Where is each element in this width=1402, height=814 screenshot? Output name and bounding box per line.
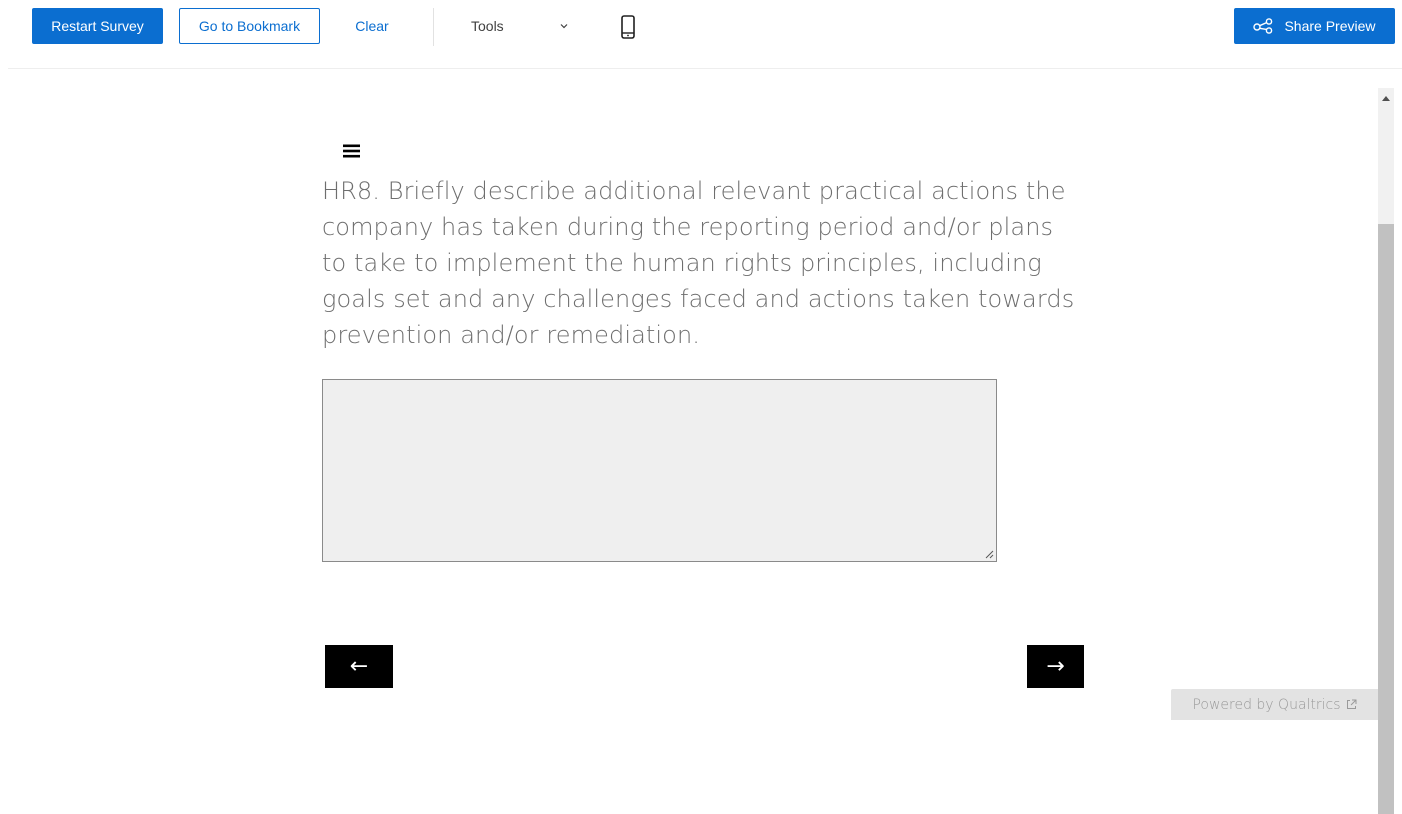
next-button[interactable]: → xyxy=(1027,645,1084,688)
clear-button[interactable]: Clear xyxy=(340,8,404,44)
toolbar-divider xyxy=(8,68,1402,69)
chevron-down-icon xyxy=(560,24,568,29)
hamburger-menu-icon[interactable] xyxy=(342,143,362,159)
scrollbar-thumb[interactable] xyxy=(1378,224,1394,814)
question-text: HR8. Briefly describe additional relevan… xyxy=(322,177,1075,349)
go-to-bookmark-button[interactable]: Go to Bookmark xyxy=(179,8,320,44)
preview-toolbar: Restart Survey Go to Bookmark Clear Tool… xyxy=(0,0,1402,54)
powered-by-label: Powered by Qualtrics xyxy=(1192,696,1341,713)
back-button[interactable]: ← xyxy=(325,645,393,688)
scroll-up-arrow-icon[interactable] xyxy=(1382,96,1390,101)
powered-by-qualtrics-link[interactable]: Powered by Qualtrics xyxy=(1171,689,1378,720)
vertical-scrollbar[interactable] xyxy=(1378,88,1394,814)
restart-survey-button[interactable]: Restart Survey xyxy=(32,8,163,44)
tools-dropdown[interactable]: Tools xyxy=(454,8,584,44)
share-icon xyxy=(1253,18,1273,34)
tools-label: Tools xyxy=(471,18,504,34)
share-preview-label: Share Preview xyxy=(1284,18,1376,34)
answer-textarea[interactable] xyxy=(322,379,997,562)
external-link-icon xyxy=(1346,699,1357,709)
toolbar-separator xyxy=(433,8,434,46)
mobile-phone-icon[interactable] xyxy=(619,15,637,39)
share-preview-button[interactable]: Share Preview xyxy=(1234,8,1395,44)
resize-handle-icon[interactable] xyxy=(984,549,994,559)
